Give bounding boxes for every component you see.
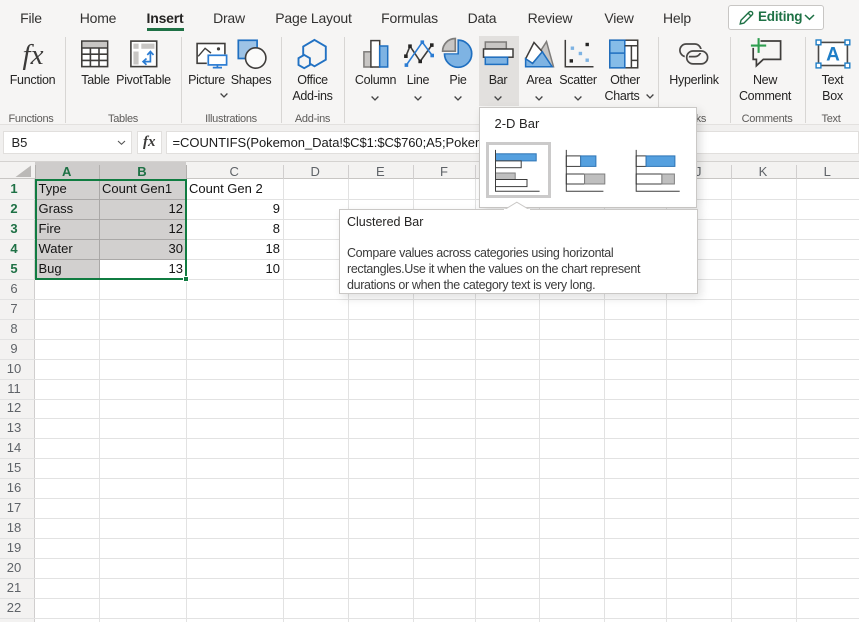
svg-text:A: A — [826, 45, 840, 66]
svg-text:fx: fx — [23, 39, 44, 71]
